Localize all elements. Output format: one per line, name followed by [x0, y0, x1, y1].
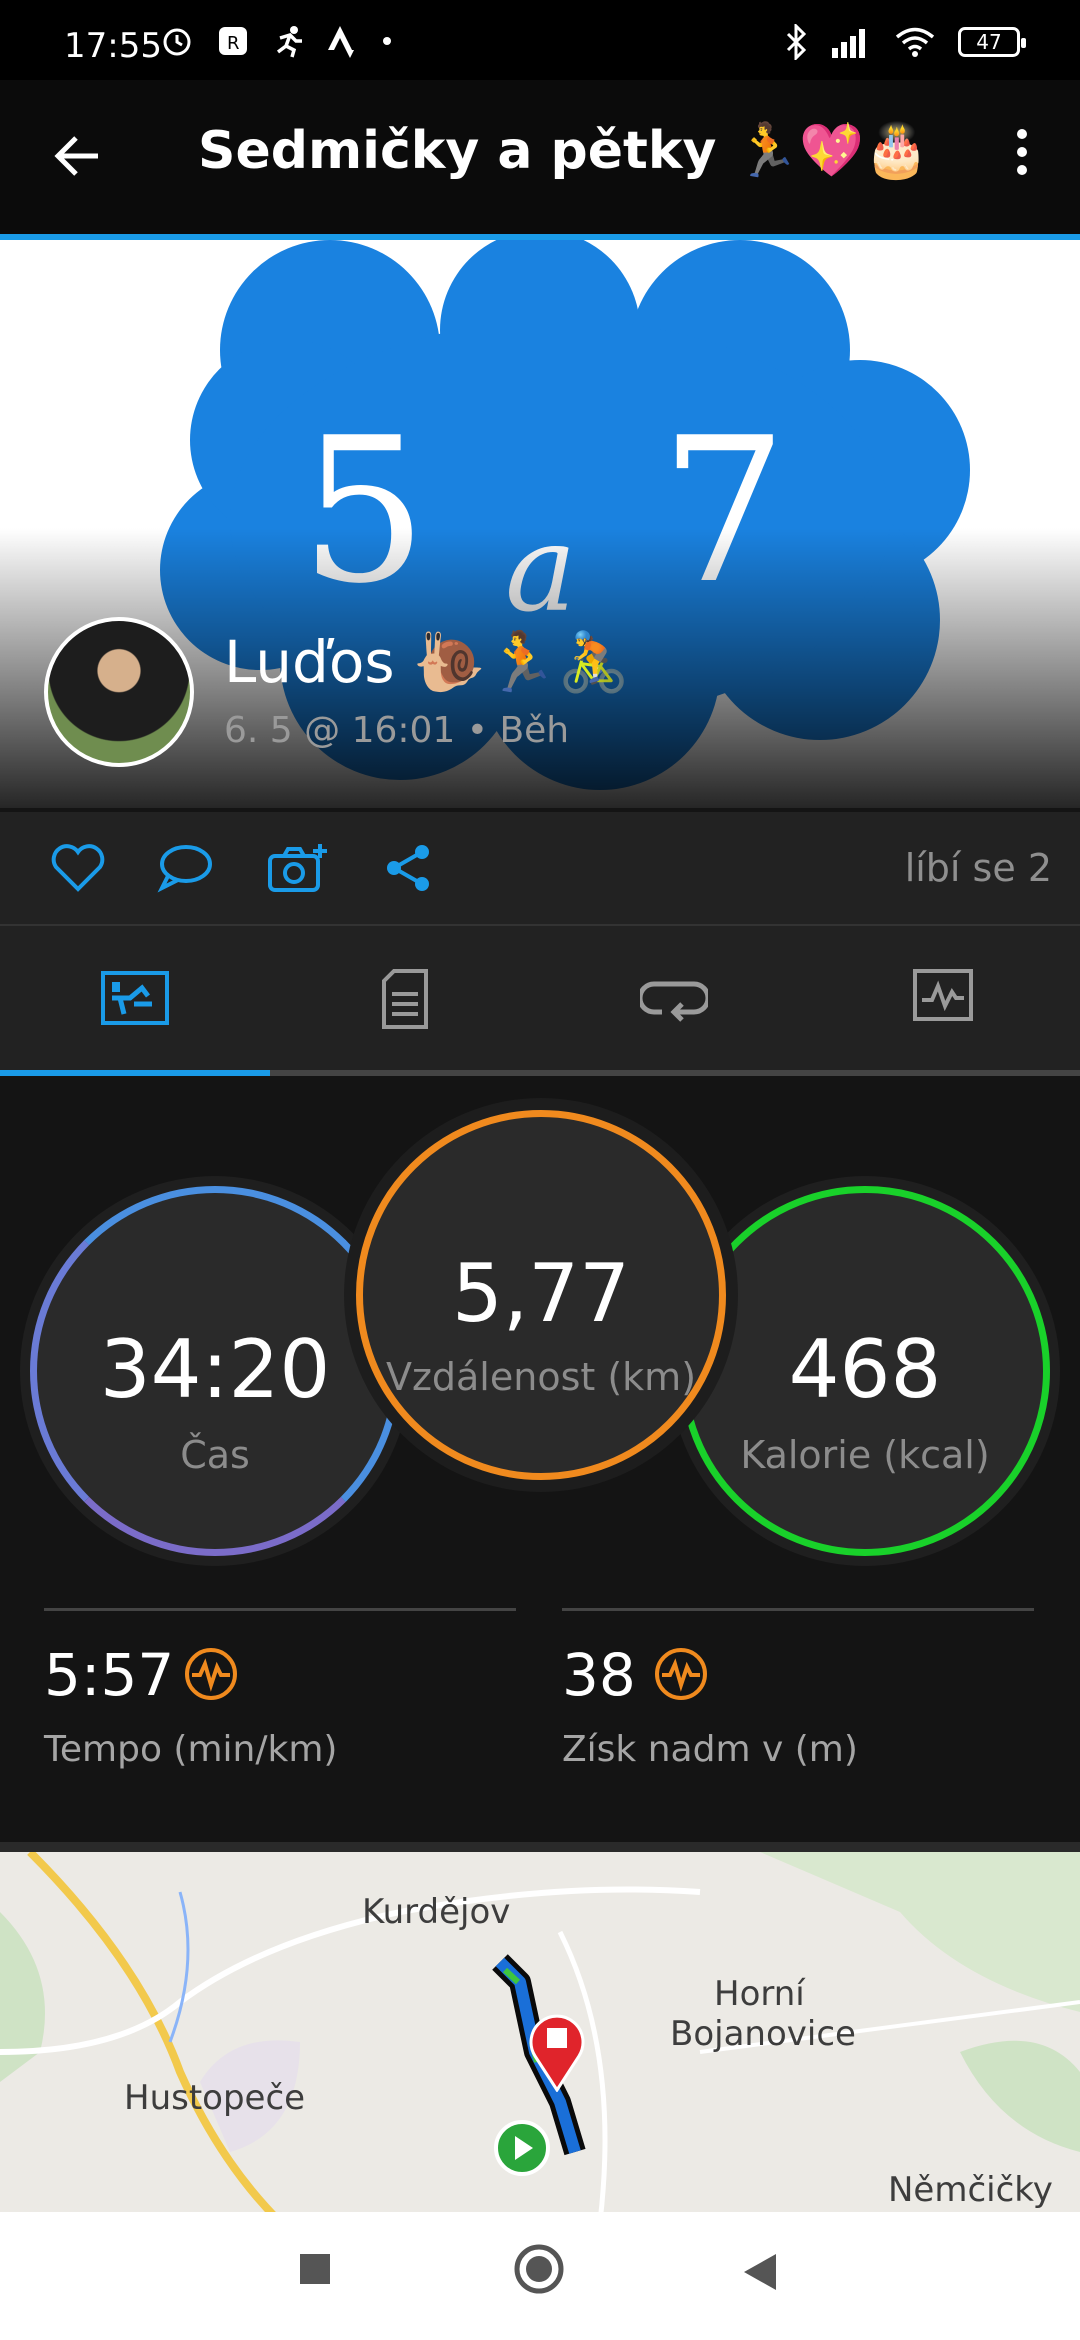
map-label-horni: Horní — [714, 1974, 805, 2014]
pace-metric[interactable]: 5:57 Tempo (min/km) — [44, 1608, 516, 1771]
dot-icon — [383, 37, 391, 45]
app-bar: Sedmičky a pětky 🏃💖🎂 — [0, 80, 1080, 240]
calories-label: Kalorie (kcal) — [740, 1433, 990, 1477]
avatar[interactable] — [44, 617, 194, 767]
map-label-bojanovice: Bojanovice — [670, 2014, 856, 2054]
stats-tab-icon[interactable] — [100, 968, 170, 1028]
stats-panel: 34:20 Čas 468 Kalorie (kcal) 5,77 Vzdále… — [0, 1078, 1080, 1838]
clock: 17:55 — [64, 26, 162, 66]
activity-tabs — [0, 926, 1080, 1076]
pace-activity-icon — [185, 1648, 237, 1700]
elevation-metric[interactable]: 38 Získ nadm v (m) — [562, 1608, 1034, 1771]
activity-meta: 6. 5 @ 16:01 • Běh — [224, 710, 570, 751]
time-label: Čas — [180, 1433, 250, 1477]
share-icon[interactable] — [384, 842, 434, 894]
battery-level: 47 — [976, 30, 1002, 54]
active-tab-indicator — [0, 1070, 270, 1076]
charts-tab-icon[interactable] — [912, 968, 974, 1022]
distance-ring[interactable]: 5,77 Vzdálenost (km) — [356, 1110, 726, 1480]
system-icons: 47 — [784, 24, 1026, 60]
calories-ring[interactable]: 468 Kalorie (kcal) — [680, 1186, 1050, 1556]
wifi-icon — [895, 27, 935, 57]
r-app-icon: R — [219, 27, 247, 55]
map-label-kurdejov: Kurdějov — [362, 1892, 511, 1932]
end-marker-icon[interactable] — [525, 2012, 589, 2092]
action-bar: líbí se 2 — [0, 812, 1080, 926]
add-photo-icon[interactable] — [266, 842, 328, 894]
runner-icon — [276, 26, 302, 58]
distance-label: Vzdálenost (km) — [385, 1355, 697, 1399]
details-tab-icon[interactable] — [380, 968, 430, 1030]
user-name[interactable]: Luďos 🐌🏃🚴 — [224, 628, 630, 697]
status-bar: 17:55 R 47 — [0, 0, 1080, 80]
time-value: 34:20 — [99, 1323, 331, 1416]
likes-count[interactable]: líbí se 2 — [905, 846, 1052, 890]
bluetooth-icon — [786, 24, 807, 60]
elevation-activity-icon — [655, 1648, 707, 1700]
system-nav-bar — [0, 2212, 1080, 2340]
map-label-hustopece: Hustopeče — [124, 2078, 306, 2118]
pace-value: 5:57 — [44, 1641, 175, 1709]
svg-text:R: R — [227, 33, 240, 54]
notification-icons: R — [160, 24, 394, 58]
comment-icon[interactable] — [156, 842, 214, 894]
heart-icon[interactable] — [50, 842, 106, 894]
map-label-nemcicky: Němčičky — [888, 2170, 1053, 2210]
home-icon[interactable] — [512, 2242, 566, 2296]
start-marker-icon[interactable] — [492, 2118, 552, 2178]
tab-underline — [0, 1070, 1080, 1076]
page-title: Sedmičky a pětky 🏃💖🎂 — [198, 121, 929, 181]
nav-back-icon[interactable] — [742, 2252, 778, 2292]
activity-hero: 5 a 7 Luďos 🐌🏃🚴 6. 5 @ 16:01 • Běh — [0, 240, 1080, 808]
laps-tab-icon[interactable] — [640, 968, 708, 1028]
battery-icon: 47 — [958, 27, 1026, 57]
back-arrow-icon[interactable] — [50, 128, 106, 184]
strava-icon — [328, 26, 354, 58]
alarm-icon — [163, 28, 191, 56]
elevation-label: Získ nadm v (m) — [562, 1729, 858, 1770]
more-vert-icon[interactable] — [1010, 124, 1034, 180]
recents-icon[interactable] — [298, 2252, 332, 2286]
distance-value: 5,77 — [451, 1247, 631, 1340]
route-map[interactable]: Kurdějov Horní Bojanovice Hustopeče Němč… — [0, 1842, 1080, 2222]
signal-icon — [832, 29, 865, 58]
pace-label: Tempo (min/km) — [44, 1729, 338, 1770]
time-ring[interactable]: 34:20 Čas — [30, 1186, 400, 1556]
elevation-value: 38 — [562, 1641, 636, 1709]
calories-value: 468 — [788, 1323, 942, 1416]
